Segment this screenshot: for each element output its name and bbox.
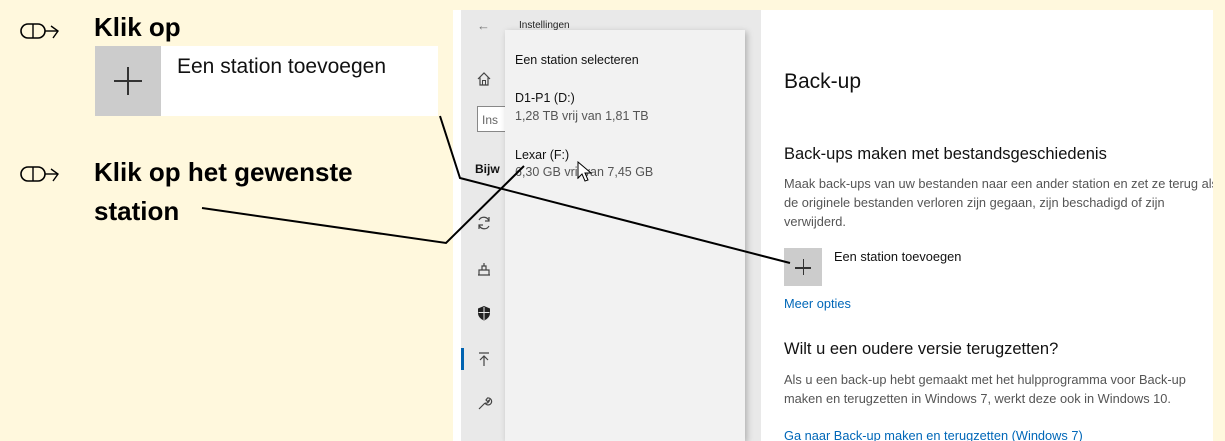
callout-lines [201, 115, 791, 264]
callout-line-add-drive [439, 115, 791, 264]
callout-line-select-drive [201, 165, 525, 245]
